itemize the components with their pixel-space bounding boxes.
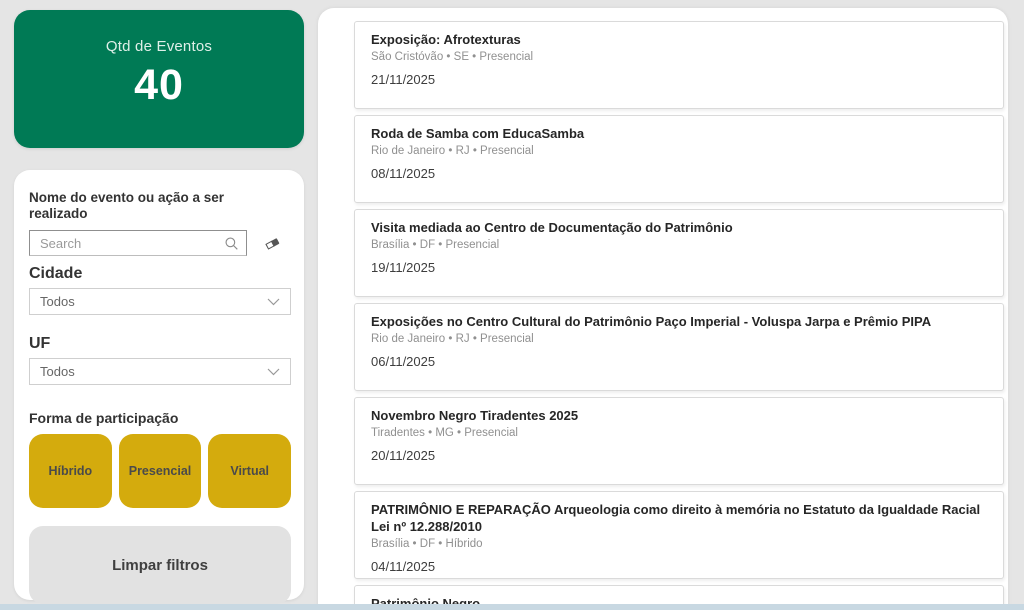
event-title: Roda de Samba com EducaSamba	[371, 126, 585, 141]
participation-options: Híbrido Presencial Virtual	[29, 434, 292, 508]
event-name-filter-label: Nome do evento ou ação a ser realizado	[29, 190, 225, 221]
event-location: Tiradentes • MG • Presencial	[371, 427, 518, 439]
eraser-icon	[264, 236, 281, 251]
event-date: 21/11/2025	[371, 72, 436, 87]
event-date: 20/11/2025	[371, 448, 436, 463]
participation-button-virtual[interactable]: Virtual	[208, 434, 292, 508]
chevron-down-icon	[267, 368, 280, 376]
event-list: Exposição: Afrotexturas São Cristóvão • …	[318, 8, 1008, 610]
uf-dropdown-value: Todos	[40, 364, 75, 379]
event-title: PATRIMÔNIO E REPARAÇÃO Arqueologia como …	[371, 502, 981, 534]
search-input[interactable]	[30, 231, 224, 255]
kpi-value: 40	[134, 61, 184, 109]
event-title: Novembro Negro Tiradentes 2025	[371, 408, 579, 423]
city-filter-label: Cidade	[29, 265, 83, 282]
event-date: 19/11/2025	[371, 260, 436, 275]
event-card[interactable]: Exposição: Afrotexturas São Cristóvão • …	[354, 21, 1004, 109]
event-location: São Cristóvão • SE • Presencial	[371, 51, 534, 63]
event-card[interactable]: Visita mediada ao Centro de Documentação…	[354, 209, 1004, 297]
event-location: Rio de Janeiro • RJ • Presencial	[371, 145, 534, 157]
event-date: 08/11/2025	[371, 166, 436, 181]
filter-panel: Nome do evento ou ação a ser realizado S…	[14, 170, 304, 604]
event-card[interactable]: PATRIMÔNIO E REPARAÇÃO Arqueologia como …	[354, 491, 1004, 579]
participation-button-presencial[interactable]: Presencial	[118, 434, 202, 508]
clear-search-button[interactable]	[262, 234, 283, 253]
clear-filters-button[interactable]: Limpar filtros	[29, 526, 291, 604]
search-icon	[224, 236, 239, 251]
search-row	[29, 230, 291, 256]
participation-filter-label: Forma de participação	[29, 410, 179, 426]
participation-button-hibrido[interactable]: Híbrido	[29, 434, 112, 508]
event-location: Brasília • DF • Presencial	[371, 239, 500, 251]
kpi-card-qtd-eventos: Qtd de Eventos 40	[14, 10, 304, 148]
event-date: 06/11/2025	[371, 354, 436, 369]
uf-filter-label: UF	[29, 335, 51, 352]
chevron-down-icon	[267, 298, 280, 306]
horizontal-scrollbar[interactable]	[0, 604, 1024, 610]
event-title: Exposição: Afrotexturas	[371, 32, 521, 47]
city-dropdown[interactable]: Todos	[29, 288, 291, 315]
uf-dropdown[interactable]: Todos	[29, 358, 291, 385]
event-card[interactable]: Exposições no Centro Cultural do Patrimô…	[354, 303, 1004, 391]
event-card[interactable]: Roda de Samba com EducaSamba Rio de Jane…	[354, 115, 1004, 203]
event-location: Brasília • DF • Híbrido	[371, 538, 483, 550]
event-location: Rio de Janeiro • RJ • Presencial	[371, 333, 534, 345]
city-dropdown-value: Todos	[40, 294, 75, 309]
event-title: Visita mediada ao Centro de Documentação…	[371, 220, 733, 235]
event-date: 04/11/2025	[371, 559, 436, 574]
search-box	[29, 230, 247, 256]
event-card[interactable]: Novembro Negro Tiradentes 2025 Tiradente…	[354, 397, 1004, 485]
kpi-label: Qtd de Eventos	[105, 38, 213, 55]
event-title: Exposições no Centro Cultural do Patrimô…	[371, 314, 932, 329]
